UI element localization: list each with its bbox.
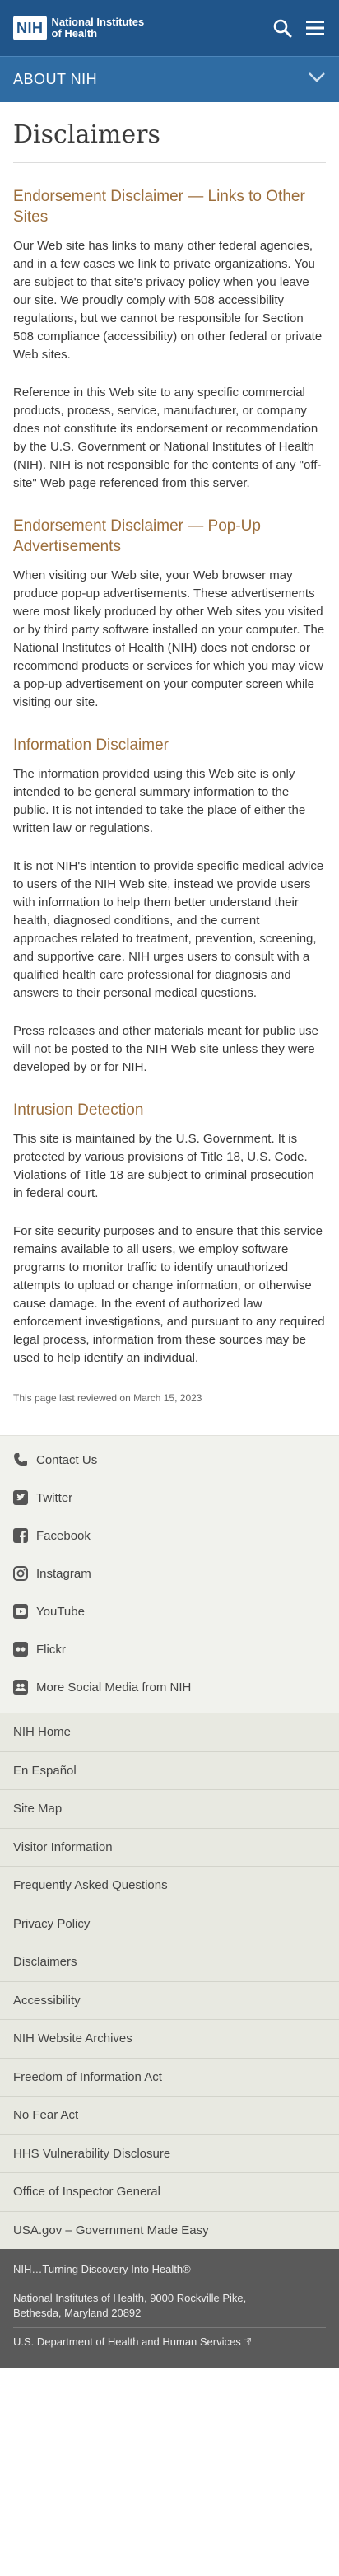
social-link-youtube[interactable]: YouTube xyxy=(0,1592,339,1630)
footer-link-faq[interactable]: Frequently Asked Questions xyxy=(0,1866,339,1905)
section-heading: Information Disclaimer xyxy=(13,736,169,754)
section-paragraph: This site is maintained by the U.S. Gove… xyxy=(13,1132,314,1200)
social-link-instagram[interactable]: Instagram xyxy=(0,1554,339,1592)
social-link-twitter[interactable]: Twitter xyxy=(0,1479,339,1517)
section-intrusion-detection: Intrusion Detection This site is maintai… xyxy=(13,1100,326,1367)
footer-bottom: NIH…Turning Discovery Into Health® Natio… xyxy=(0,2249,339,2368)
social-links: Contact Us Twitter Facebook Instagram Yo… xyxy=(0,1435,339,1713)
section-paragraph: When visiting our Web site, your Web bro… xyxy=(13,568,325,709)
section-heading: Intrusion Detection xyxy=(13,1101,144,1119)
section-paragraph: The information provided using this Web … xyxy=(13,767,306,835)
section-paragraph: Our Web site has links to many other fed… xyxy=(13,239,323,362)
footer-address: National Institutes of Health, 9000 Rock… xyxy=(13,2284,326,2327)
twitter-icon xyxy=(13,1490,28,1505)
logo-abbr: NIH xyxy=(13,16,47,40)
section-links-other-sites: Endorsement Disclaimer — Links to Other … xyxy=(13,186,326,493)
social-link-label: Flickr xyxy=(36,1642,66,1657)
social-link-label: Contact Us xyxy=(36,1452,98,1467)
footer-tagline: NIH…Turning Discovery Into Health® xyxy=(13,2263,191,2275)
footer-link-no-fear[interactable]: No Fear Act xyxy=(0,2096,339,2134)
footer-link-visitor-info[interactable]: Visitor Information xyxy=(0,1827,339,1867)
section-paragraph: Press releases and other materials meant… xyxy=(13,1024,319,1074)
footer-address-line-1: National Institutes of Health, 9000 Rock… xyxy=(13,2292,247,2304)
section-popup-ads: Endorsement Disclaimer — Pop-Up Advertis… xyxy=(13,516,326,712)
section-heading: Endorsement Disclaimer — Links to Other … xyxy=(13,188,305,226)
section-paragraph: Reference in this Web site to any specif… xyxy=(13,386,322,490)
flickr-icon xyxy=(13,1642,28,1657)
social-link-more[interactable]: More Social Media from NIH xyxy=(0,1668,339,1706)
nih-logo[interactable]: NIH National Institutes of Health xyxy=(13,16,144,40)
section-information-disclaimer: Information Disclaimer The information p… xyxy=(13,735,326,1077)
social-link-label: Instagram xyxy=(36,1566,91,1581)
section-paragraph: It is not NIH's intention to provide spe… xyxy=(13,859,324,1000)
footer-link-archives[interactable]: NIH Website Archives xyxy=(0,2019,339,2058)
logo-line-1: National Institutes xyxy=(51,16,145,28)
social-link-label: Twitter xyxy=(36,1490,73,1505)
main-content: Disclaimers Endorsement Disclaimer — Lin… xyxy=(0,102,339,1404)
social-link-label: Facebook xyxy=(36,1528,91,1543)
footer-link-privacy[interactable]: Privacy Policy xyxy=(0,1904,339,1943)
footer-hhs-link[interactable]: U.S. Department of Health and Human Serv… xyxy=(13,2327,326,2356)
section-paragraph: For site security purposes and to ensure… xyxy=(13,1224,325,1365)
footer-hhs-label: U.S. Department of Health and Human Serv… xyxy=(13,2335,241,2348)
footer-link-oig[interactable]: Office of Inspector General xyxy=(0,2172,339,2211)
header-actions xyxy=(272,17,326,39)
external-link-icon xyxy=(244,2335,252,2348)
social-link-label: YouTube xyxy=(36,1604,85,1619)
page-title: Disclaimers xyxy=(13,102,326,163)
youtube-icon xyxy=(13,1604,28,1619)
footer-link-disclaimers[interactable]: Disclaimers xyxy=(0,1943,339,1981)
top-bar: NIH National Institutes of Health xyxy=(0,0,339,56)
last-reviewed: This page last reviewed on March 15, 202… xyxy=(13,1392,202,1404)
search-icon[interactable] xyxy=(272,17,293,39)
chevron-down-icon xyxy=(308,72,326,87)
footer-link-site-map[interactable]: Site Map xyxy=(0,1789,339,1828)
section-title: ABOUT NIH xyxy=(13,71,98,87)
footer-link-accessibility[interactable]: Accessibility xyxy=(0,1980,339,2020)
footer-link-nih-home[interactable]: NIH Home xyxy=(0,1713,339,1751)
footer-link-usa-gov[interactable]: USA.gov – Government Made Easy xyxy=(0,2210,339,2250)
section-heading: Endorsement Disclaimer — Pop-Up Advertis… xyxy=(13,517,261,555)
logo-text: National Institutes of Health xyxy=(52,16,145,40)
social-link-contact[interactable]: Contact Us xyxy=(0,1441,339,1479)
social-link-label: More Social Media from NIH xyxy=(36,1680,192,1695)
facebook-icon xyxy=(13,1528,28,1543)
social-media-icon xyxy=(13,1680,28,1695)
footer-links: NIH Home En Español Site Map Visitor Inf… xyxy=(0,1713,339,2249)
footer-link-espanol[interactable]: En Español xyxy=(0,1751,339,1790)
social-link-facebook[interactable]: Facebook xyxy=(0,1517,339,1554)
menu-icon[interactable] xyxy=(304,17,326,39)
footer-address-line-2: Bethesda, Maryland 20892 xyxy=(13,2307,142,2319)
logo-line-2: of Health xyxy=(51,27,98,40)
footer-link-vulnerability[interactable]: HHS Vulnerability Disclosure xyxy=(0,2134,339,2173)
site-header: NIH National Institutes of Health ABOUT … xyxy=(0,0,339,102)
phone-icon xyxy=(13,1452,28,1467)
section-nav-toggle[interactable]: ABOUT NIH xyxy=(0,56,339,102)
instagram-icon xyxy=(13,1566,28,1581)
footer-link-foia[interactable]: Freedom of Information Act xyxy=(0,2057,339,2097)
social-link-flickr[interactable]: Flickr xyxy=(0,1630,339,1668)
